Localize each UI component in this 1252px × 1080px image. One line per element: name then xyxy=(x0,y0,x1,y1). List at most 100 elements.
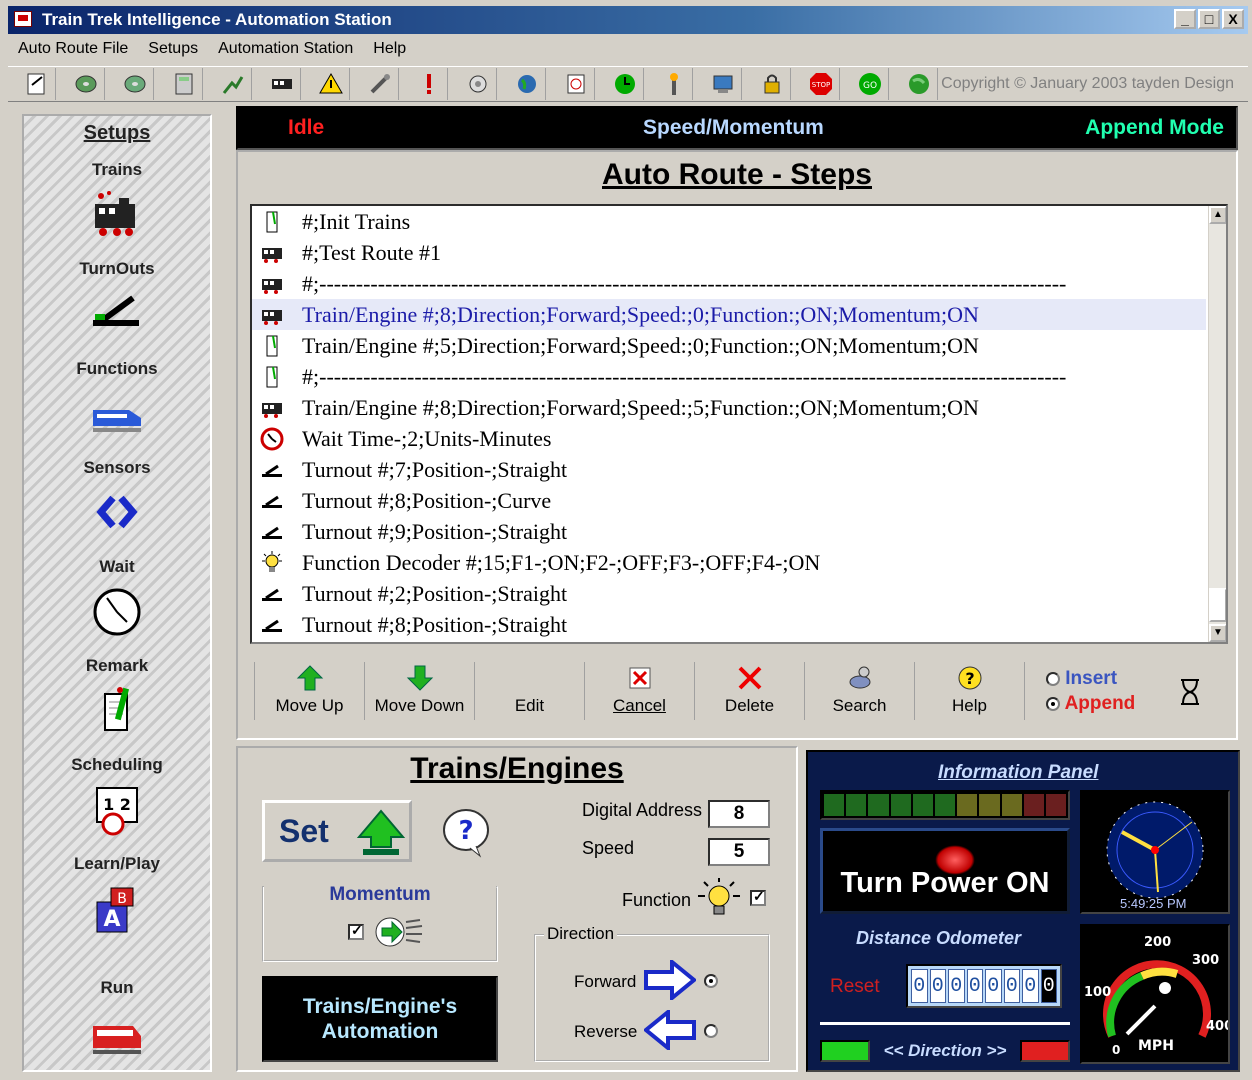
sidebar-item-learn-play[interactable]: Learn/Play xyxy=(24,854,210,874)
tools-icon[interactable] xyxy=(361,68,399,100)
sidebar-item-turnouts[interactable]: TurnOuts xyxy=(24,259,210,279)
list-item[interactable]: Turnout #;2;Position-;Straight xyxy=(252,578,1206,609)
list-item[interactable]: Turnout #;8;Position-;Straight xyxy=(252,609,1206,640)
list-item[interactable]: #;Init Trains xyxy=(252,206,1206,237)
edit-button[interactable]: Edit xyxy=(474,662,584,720)
move-up-button[interactable]: Move Up xyxy=(254,662,364,720)
list-item[interactable]: Function Decoder #;15;F1-;ON;F2-;OFF;F3-… xyxy=(252,547,1206,578)
minimize-button[interactable]: _ xyxy=(1174,9,1196,29)
sidebar-item-scheduling[interactable]: Scheduling xyxy=(24,755,210,775)
turn-power-on-button[interactable]: Turn Power ON xyxy=(820,828,1070,914)
menu-auto-route-file[interactable]: Auto Route File xyxy=(8,38,138,64)
level-segment xyxy=(957,794,978,816)
maximize-button[interactable]: □ xyxy=(1198,9,1220,29)
remark-icon[interactable] xyxy=(89,686,145,738)
steps-list[interactable]: #;Init Trains #;Test Route #1 #;--------… xyxy=(250,204,1228,644)
function-checkbox[interactable] xyxy=(750,888,766,906)
scroll-thumb[interactable] xyxy=(1209,588,1226,622)
forward-radio[interactable] xyxy=(704,974,718,988)
list-item[interactable]: #;--------------------------------------… xyxy=(252,361,1206,392)
run-train-icon[interactable] xyxy=(89,1008,145,1060)
go-icon[interactable]: GO xyxy=(851,68,889,100)
menu-setups[interactable]: Setups xyxy=(138,38,208,64)
list-item-selected[interactable]: Train/Engine #;8;Direction;Forward;Speed… xyxy=(252,299,1206,330)
list-item[interactable]: #;Test Route #1 xyxy=(252,237,1206,268)
append-option[interactable]: Append xyxy=(1046,693,1135,715)
list-item[interactable]: Train/Engine #;8;Direction;Forward;Speed… xyxy=(252,392,1206,423)
help-button[interactable]: ? Help xyxy=(914,662,1024,720)
sidebar-item-sensors[interactable]: Sensors xyxy=(24,458,210,478)
list-item[interactable]: Turnout #;8;Position-;Curve xyxy=(252,485,1206,516)
search-button[interactable]: Search xyxy=(804,662,914,720)
delete-button[interactable]: Delete xyxy=(694,662,804,720)
lock-icon[interactable] xyxy=(753,68,791,100)
functions-icon[interactable] xyxy=(89,390,145,442)
forward-label: Forward xyxy=(574,972,637,991)
cancel-button[interactable]: Cancel xyxy=(584,662,694,720)
digital-address-field[interactable]: 8 xyxy=(708,800,770,828)
chart-icon[interactable] xyxy=(214,68,252,100)
speed-field[interactable]: 5 xyxy=(708,838,770,866)
settings-icon[interactable] xyxy=(459,68,497,100)
list-item[interactable]: Wait Time-;2;Units-Minutes xyxy=(252,423,1206,454)
sidebar-item-remark[interactable]: Remark xyxy=(24,656,210,676)
turnout-icon[interactable] xyxy=(89,286,145,338)
sidebar-item-trains[interactable]: Trains xyxy=(24,160,210,180)
close-button[interactable]: X xyxy=(1222,9,1244,29)
insert-option[interactable]: Insert xyxy=(1046,668,1117,690)
set-button[interactable]: Set xyxy=(262,800,412,862)
signal-icon[interactable] xyxy=(655,68,693,100)
scroll-down-button[interactable]: ▼ xyxy=(1209,624,1226,642)
move-down-button[interactable]: Move Down xyxy=(364,662,474,720)
power-level-meter xyxy=(820,790,1070,820)
automation-button[interactable]: Trains/Engine's Automation xyxy=(262,976,498,1062)
stop-icon[interactable]: STOP xyxy=(802,68,840,100)
list-item[interactable]: Turnout #;9;Position-;Straight xyxy=(252,516,1206,547)
help-bubble-icon[interactable]: ? xyxy=(440,806,492,858)
down-arrow-icon xyxy=(406,665,433,691)
calendar-icon[interactable]: 1 2 xyxy=(89,784,145,836)
calculator-icon[interactable] xyxy=(165,68,203,100)
computer-icon[interactable] xyxy=(704,68,742,100)
list-item[interactable]: Turnout #;7;Position-;Straight xyxy=(252,454,1206,485)
menu-help[interactable]: Help xyxy=(363,38,416,64)
sidebar-item-functions[interactable]: Functions xyxy=(24,359,210,379)
sensor-icon[interactable] xyxy=(89,486,145,538)
append-radio[interactable] xyxy=(1046,696,1060,711)
remark-icon xyxy=(252,210,292,234)
menu-automation-station[interactable]: Automation Station xyxy=(208,38,363,64)
blocks-icon[interactable]: AB xyxy=(89,884,145,936)
direction-reverse-light xyxy=(1020,1040,1070,1062)
sidebar-item-run[interactable]: Run xyxy=(24,978,210,998)
notepad-icon[interactable] xyxy=(18,68,56,100)
green-clock-icon[interactable] xyxy=(606,68,644,100)
disk-icon[interactable] xyxy=(67,68,105,100)
forward-arrow-icon[interactable] xyxy=(644,960,696,1000)
trains-panel: Trains/Engines Set ? Momentum Trains/Eng… xyxy=(236,746,798,1072)
steps-scrollbar[interactable]: ▲ ▼ xyxy=(1208,206,1226,642)
speed-tick-400: 400 xyxy=(1206,1019,1228,1034)
warning-icon[interactable] xyxy=(312,68,350,100)
hourglass-icon xyxy=(1176,670,1204,712)
reset-button[interactable]: Reset xyxy=(830,976,880,998)
train-icon[interactable] xyxy=(263,68,301,100)
scroll-up-button[interactable]: ▲ xyxy=(1209,206,1226,224)
world-icon[interactable] xyxy=(508,68,546,100)
direction-indicator-label: << Direction >> xyxy=(883,1041,1007,1060)
train-icon[interactable] xyxy=(89,188,145,240)
globe-icon[interactable] xyxy=(900,68,938,100)
turnout-icon xyxy=(252,458,292,482)
reverse-arrow-icon[interactable] xyxy=(644,1010,696,1050)
sidebar-item-wait[interactable]: Wait xyxy=(24,557,210,577)
insert-radio[interactable] xyxy=(1046,671,1060,686)
list-item[interactable]: #;--------------------------------------… xyxy=(252,268,1206,299)
reverse-radio[interactable] xyxy=(704,1024,718,1038)
list-item[interactable]: Train/Engine #;5;Direction;Forward;Speed… xyxy=(252,330,1206,361)
disk-icon[interactable] xyxy=(116,68,154,100)
speed-tick-0: 0 xyxy=(1112,1043,1120,1057)
momentum-checkbox[interactable] xyxy=(348,922,364,940)
clock-icon[interactable] xyxy=(557,68,595,100)
list-item-text: Turnout #;7;Position-;Straight xyxy=(302,456,568,482)
exclamation-icon[interactable] xyxy=(410,68,448,100)
clock-icon[interactable] xyxy=(89,586,145,638)
